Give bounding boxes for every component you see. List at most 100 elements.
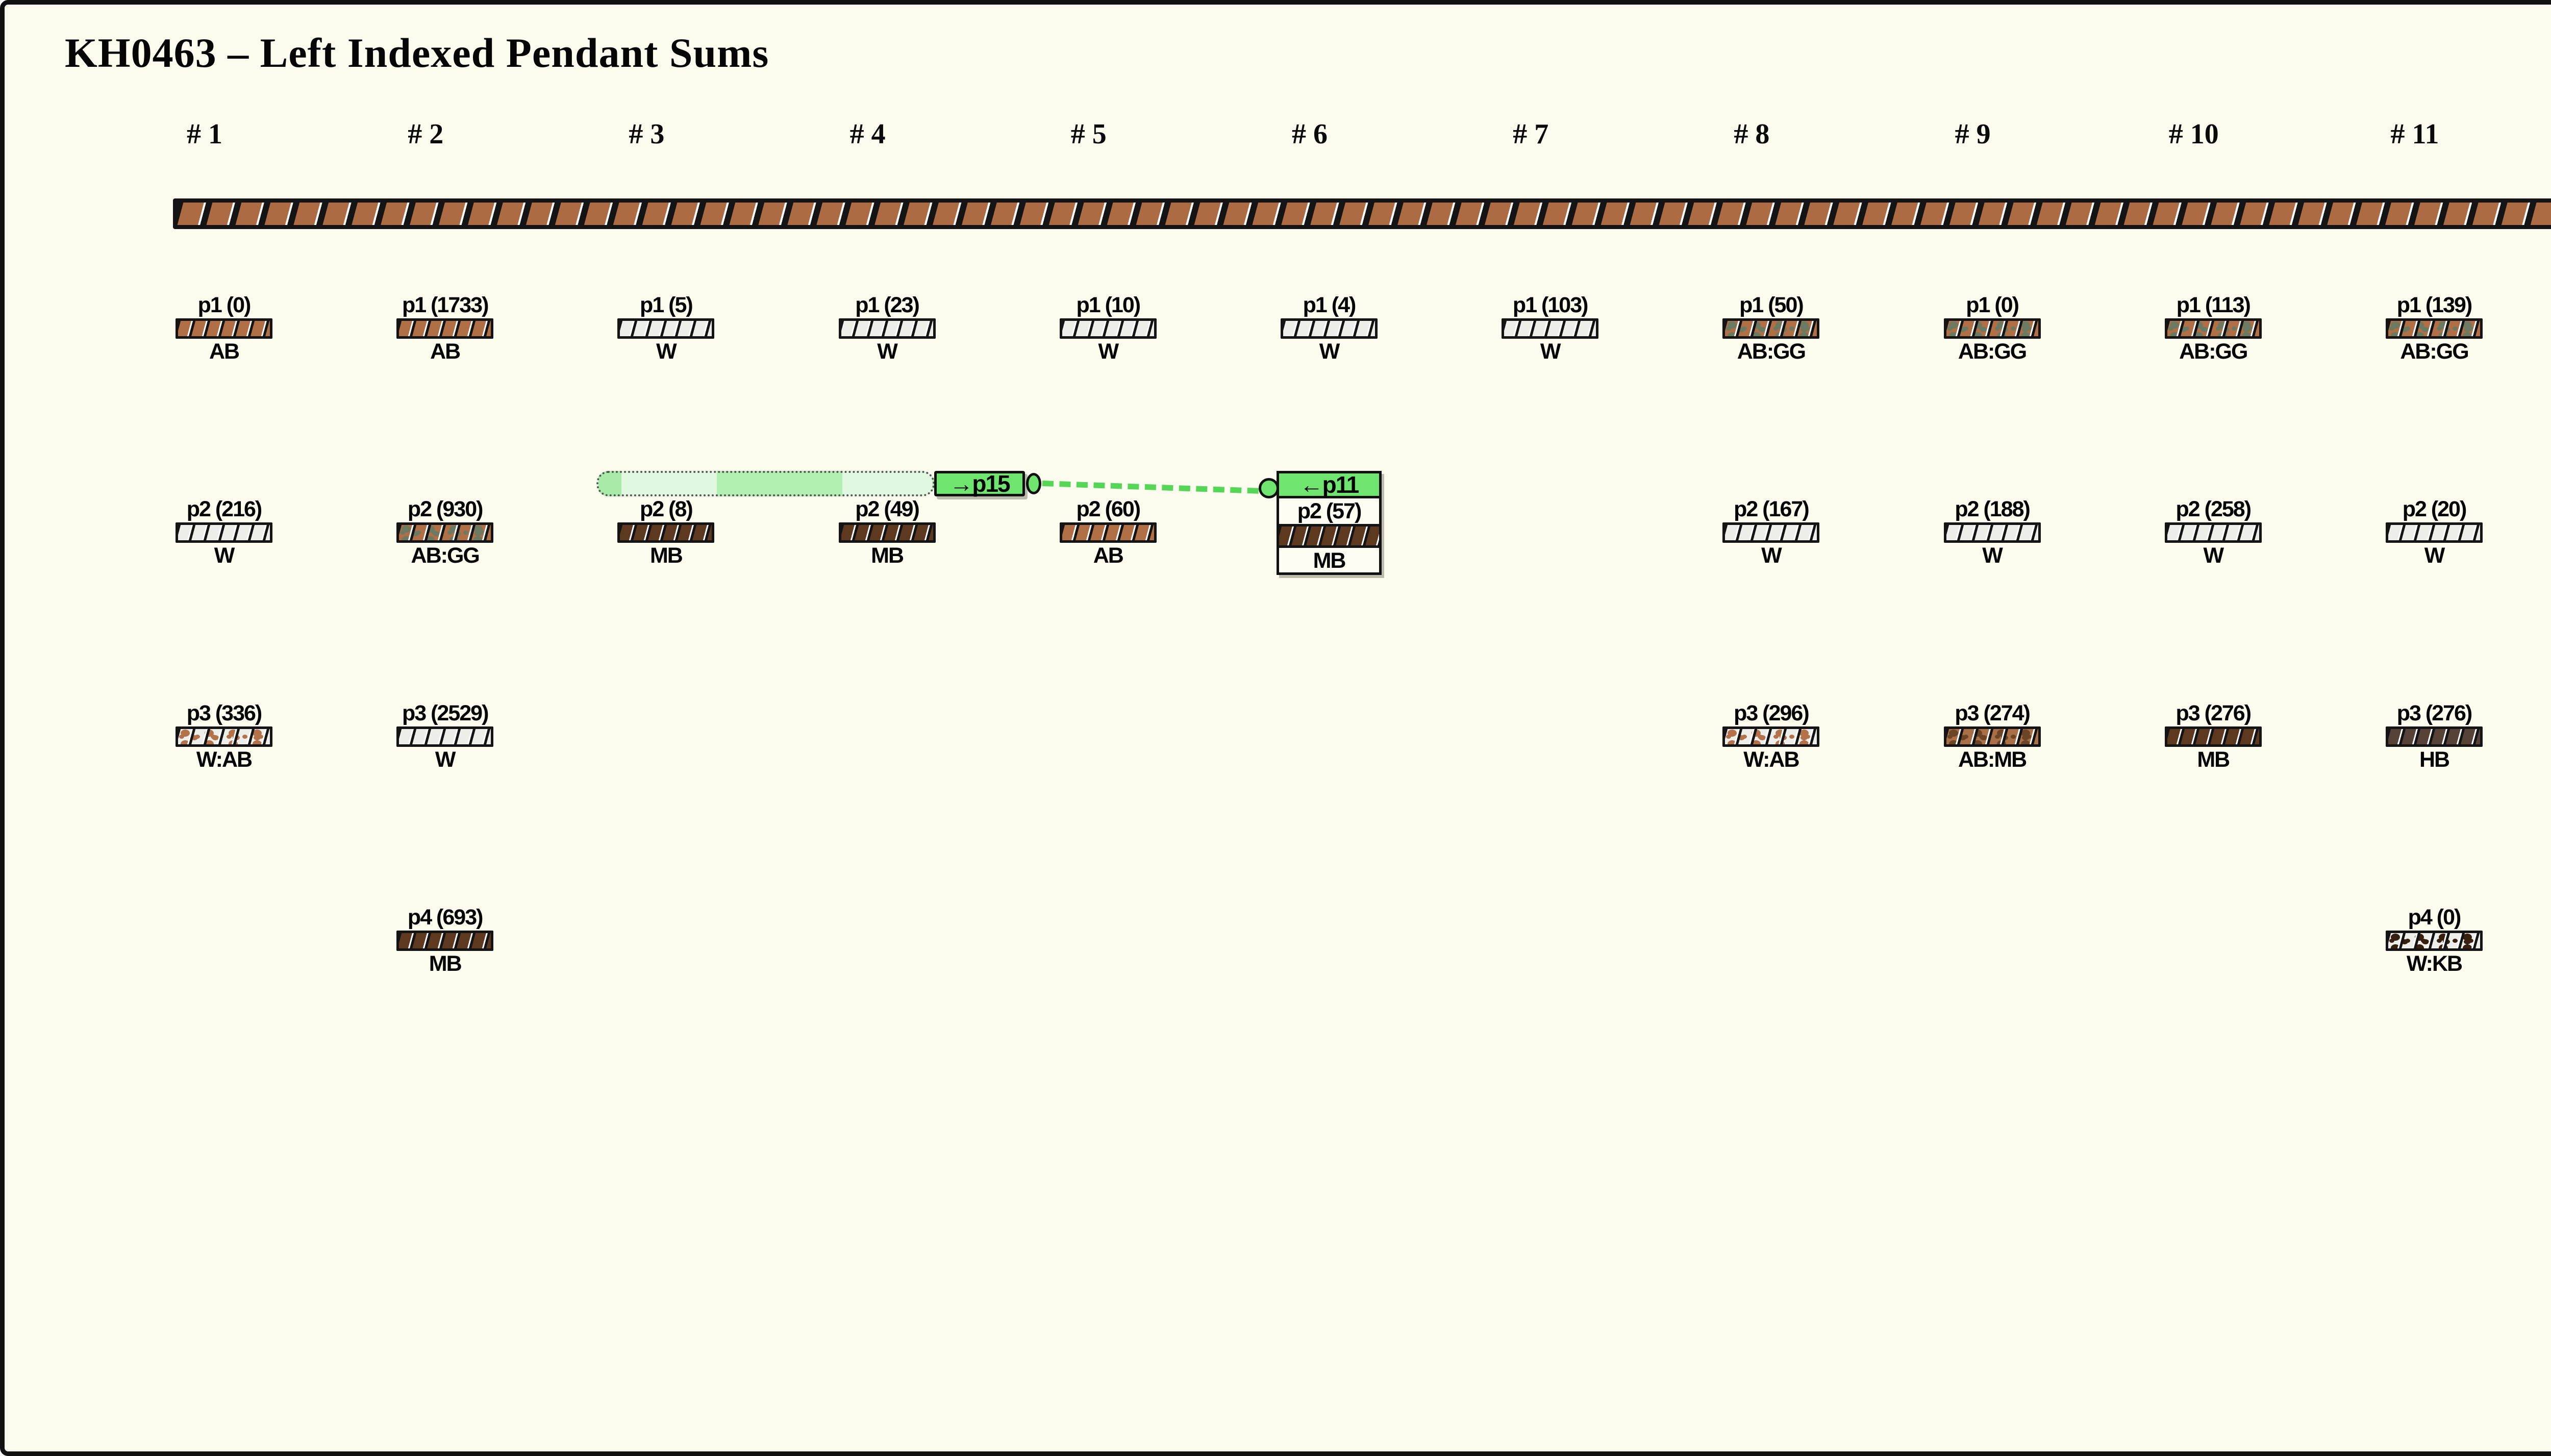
pendant-color-code: AB:GG	[1722, 339, 1819, 363]
pendant-label: p3 (276)	[2165, 700, 2262, 726]
pendant-group: p2 (49)MB	[839, 496, 936, 567]
pendant-cord-swatch	[617, 522, 714, 543]
column-header-11: # 11	[2359, 118, 2471, 150]
forward-link-chip-p15[interactable]: →p15	[934, 471, 1025, 496]
pendant-label: p1 (113)	[2165, 292, 2262, 318]
pendant-label: p2 (258)	[2165, 496, 2262, 522]
pendant-color-code: W	[1944, 543, 2041, 567]
pendant-group: p1 (1733)AB	[396, 292, 493, 363]
pendant-color-code: W	[1722, 543, 1819, 567]
pendant-label: p2 (8)	[617, 496, 714, 522]
pendant-cord-swatch	[2165, 726, 2262, 747]
pendant-label: p1 (5)	[617, 292, 714, 318]
pendant-cord-swatch	[2165, 522, 2262, 543]
pendant-color-code: W	[396, 747, 493, 771]
pendant-group: p1 (0) AB	[176, 292, 272, 363]
pendant-group: p1 (23)W	[839, 292, 936, 363]
summed-pendant-box: ←p11p2 (57)MB	[1277, 471, 1382, 575]
pendant-group: p2 (216)W	[176, 496, 272, 567]
pendant-cord-swatch	[2386, 931, 2483, 951]
pendant-group: p2 (167) W	[1722, 496, 1819, 567]
pendant-color-code: W:AB	[176, 747, 272, 771]
pendant-cord-swatch	[2165, 318, 2262, 339]
pendant-group: p2 (258) W	[2165, 496, 2262, 567]
pendant-group: p2 (188) W	[1944, 496, 2041, 567]
column-header-6: # 6	[1254, 118, 1366, 150]
pendant-cord-swatch	[1722, 318, 1819, 339]
pendant-color-code: AB	[1060, 543, 1157, 567]
pendant-group: p2 (20) W	[2386, 496, 2483, 567]
pendant-group: p2 (60) AB	[1060, 496, 1157, 567]
pendant-group: p3 (276) MB	[2165, 700, 2262, 771]
pendant-color-code: MB	[617, 543, 714, 567]
pendant-group: p3 (336) W:AB	[176, 700, 272, 771]
pendant-color-code: AB:GG	[2165, 339, 2262, 363]
pendant-label: p2 (60)	[1060, 496, 1157, 522]
pendant-cord-swatch	[2386, 726, 2483, 747]
pendant-cord-swatch	[176, 318, 272, 339]
pendant-label: p1 (1733)	[396, 292, 493, 318]
pendant-group: p1 (113) AB:GG	[2165, 292, 2262, 363]
pendant-color-code: W	[1060, 339, 1157, 363]
pendant-label: p1 (23)	[839, 292, 936, 318]
column-header-8: # 8	[1695, 118, 1808, 150]
pendant-cord-swatch	[176, 522, 272, 543]
pendant-cord-swatch	[839, 318, 936, 339]
pendant-cord-swatch	[1944, 318, 2041, 339]
pendant-cord-swatch	[1722, 522, 1819, 543]
pendant-group: p2 (930)AB:GG	[396, 496, 493, 567]
pendant-color-code: AB	[176, 339, 272, 363]
pendant-group: p3 (296) W:AB	[1722, 700, 1819, 771]
pendant-group: p3 (274)AB:MB	[1944, 700, 2041, 771]
pendant-cord-swatch	[1060, 522, 1157, 543]
pendant-group: p4 (0)W:KB	[2386, 904, 2483, 975]
pendant-label: p3 (2529)	[396, 700, 493, 726]
pendant-group: p3 (276)HB	[2386, 700, 2483, 771]
column-header-2: # 2	[369, 118, 482, 150]
primary-cord-bar	[173, 198, 2551, 229]
pendant-label: p3 (296)	[1722, 700, 1819, 726]
column-header-7: # 7	[1474, 118, 1587, 150]
pendant-label: p2 (49)	[839, 496, 936, 522]
pendant-label: p2 (188)	[1944, 496, 2041, 522]
pendant-cord-swatch	[617, 318, 714, 339]
pendant-label: p3 (274)	[1944, 700, 2041, 726]
pendant-cord-swatch	[1944, 522, 2041, 543]
pendant-color-code: AB:GG	[2386, 339, 2483, 363]
pendant-label: p2 (20)	[2386, 496, 2483, 522]
pendant-group: p1 (50) AB:GG	[1722, 292, 1819, 363]
pendant-group: p2 (8) MB	[617, 496, 714, 567]
pendant-color-code: W	[2386, 543, 2483, 567]
backlink-chip-p11[interactable]: ←p11	[1279, 473, 1379, 498]
pendant-cord-swatch	[396, 931, 493, 951]
pendant-group: p3 (2529) W	[396, 700, 493, 771]
pendant-label: p3 (336)	[176, 700, 272, 726]
pendant-label: p2 (57)	[1279, 498, 1379, 524]
column-header-1: # 1	[148, 118, 261, 150]
pendant-color-code: AB:GG	[396, 543, 493, 567]
pendant-label: p2 (167)	[1722, 496, 1819, 522]
column-header-10: # 10	[2138, 118, 2250, 150]
pendant-label: p1 (50)	[1722, 292, 1819, 318]
pendant-group: p1 (10)W	[1060, 292, 1157, 363]
pendant-cord-swatch	[1722, 726, 1819, 747]
pendant-label: p3 (276)	[2386, 700, 2483, 726]
pendant-cord-swatch	[1944, 726, 2041, 747]
pendant-color-code: W	[2165, 543, 2262, 567]
pendant-label: p1 (0)	[1944, 292, 2041, 318]
pendant-label: p4 (0)	[2386, 904, 2483, 931]
pendant-color-code: W:AB	[1722, 747, 1819, 771]
pendant-group: p1 (139)AB:GG	[2386, 292, 2483, 363]
pendant-color-code: MB	[396, 951, 493, 975]
column-header-4: # 4	[812, 118, 924, 150]
highlight-span-bar	[596, 471, 935, 496]
column-header-9: # 9	[1917, 118, 2029, 150]
pendant-cord-swatch	[2386, 318, 2483, 339]
pendant-color-code: MB	[2165, 747, 2262, 771]
pendant-label: p1 (0)	[176, 292, 272, 318]
pendant-label: p1 (103)	[1502, 292, 1598, 318]
pendant-cord-swatch	[1060, 318, 1157, 339]
pendant-color-code: AB:GG	[1944, 339, 2041, 363]
column-header-3: # 3	[590, 118, 703, 150]
column-header-5: # 5	[1033, 118, 1145, 150]
